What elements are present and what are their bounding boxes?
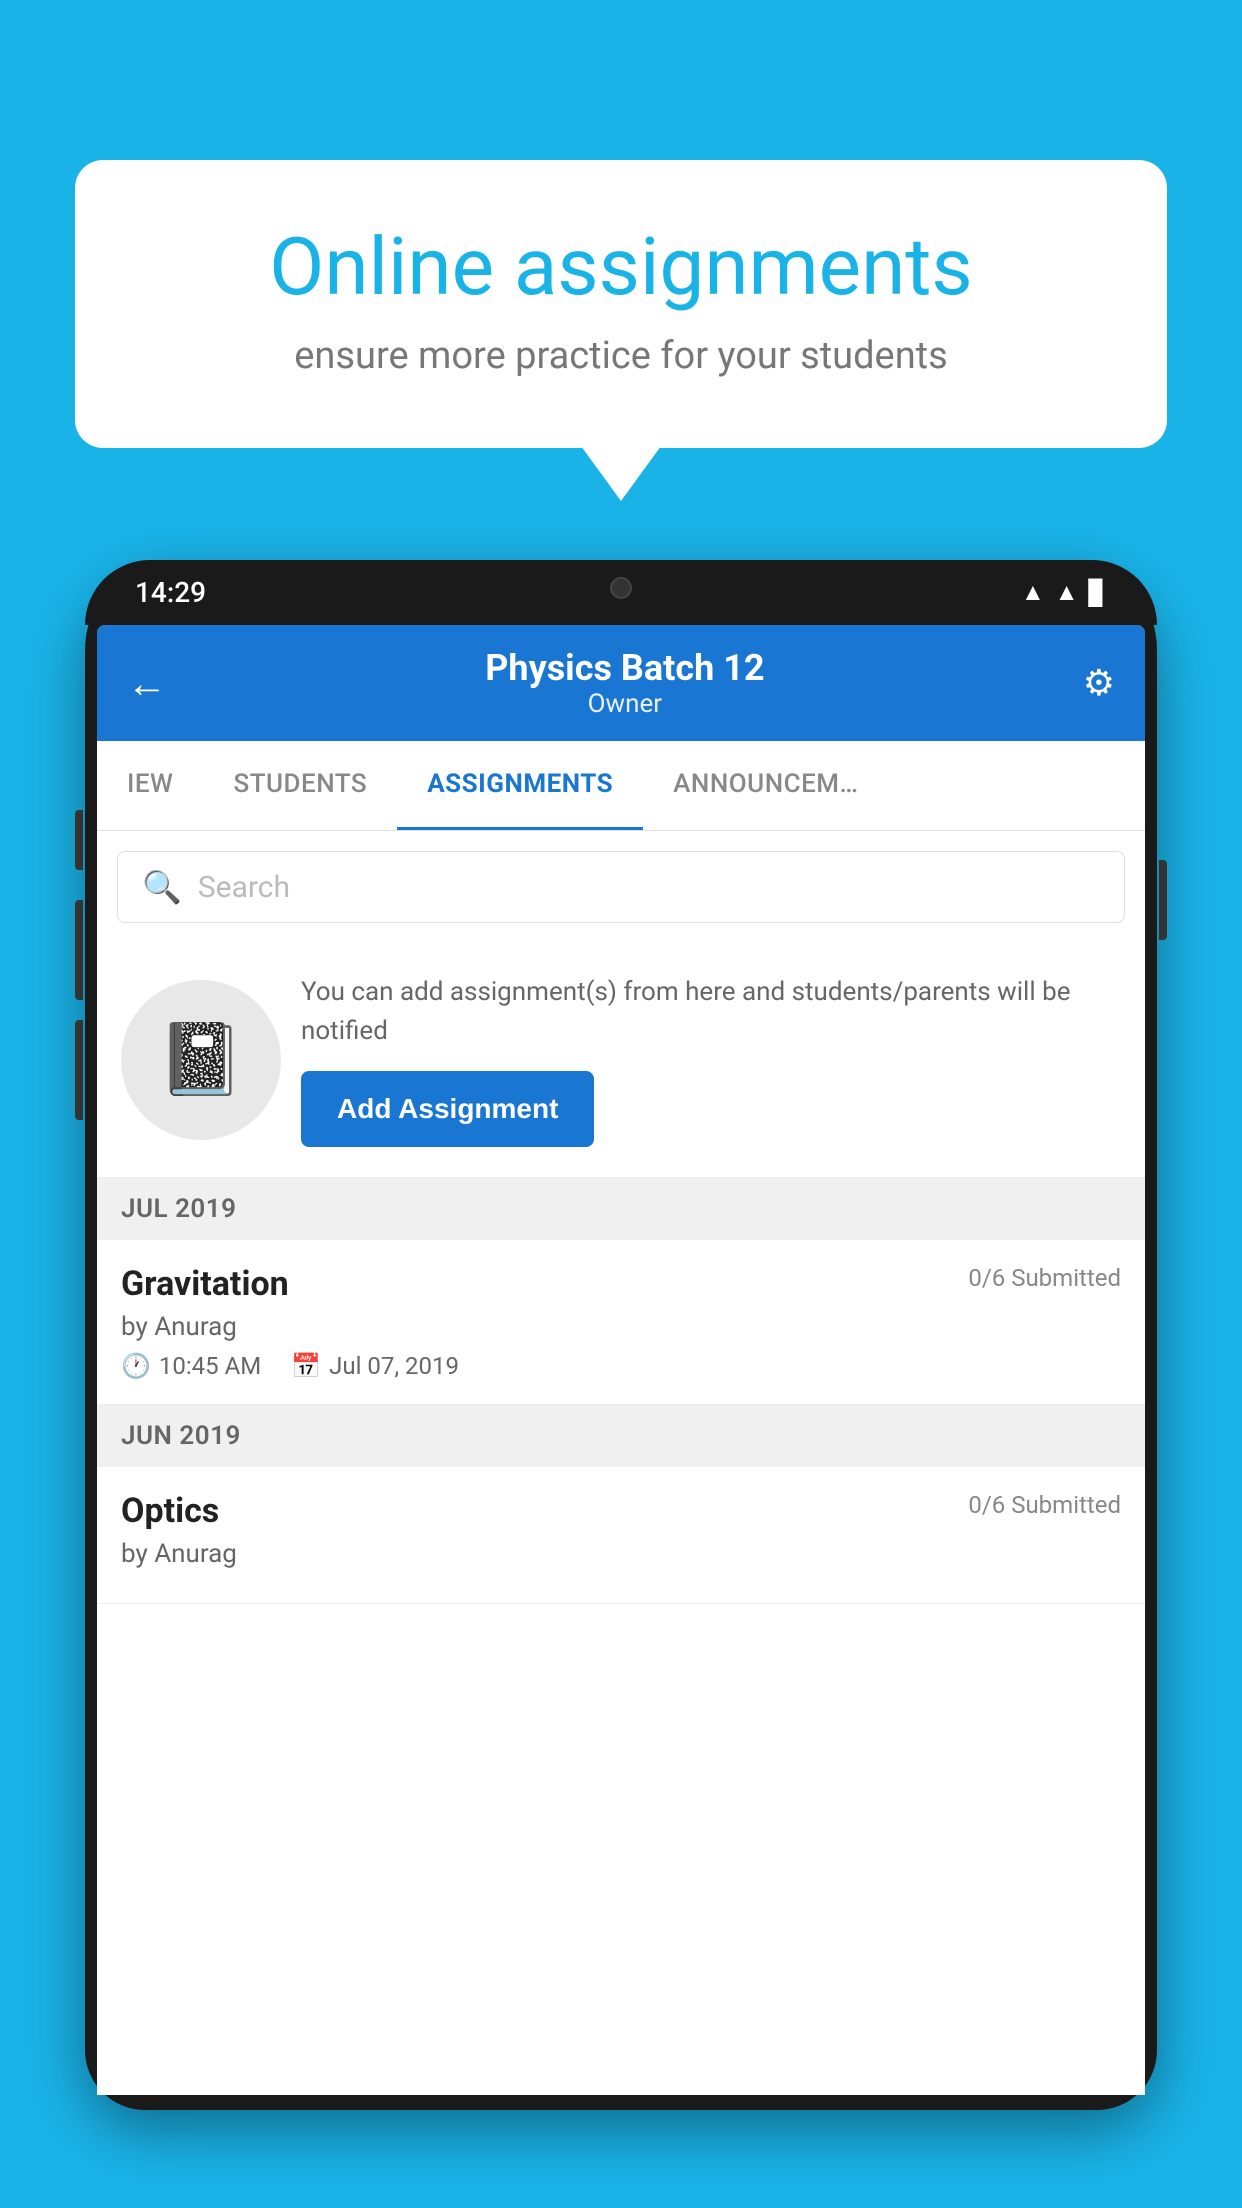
assignment-title-gravitation: Gravitation <box>121 1264 289 1304</box>
search-input-wrapper[interactable]: 🔍 Search <box>117 851 1125 923</box>
assignment-time-value: 10:45 AM <box>159 1352 261 1380</box>
search-icon: 🔍 <box>142 868 182 906</box>
wifi-icon: ▲ <box>1021 578 1045 607</box>
section-header-jul: JUL 2019 <box>97 1178 1145 1240</box>
assignment-author-gravitation: by Anurag <box>121 1312 1121 1342</box>
tab-announcements[interactable]: ANNOUNCEM… <box>643 741 888 830</box>
speech-bubble-container: Online assignments ensure more practice … <box>75 160 1167 501</box>
tab-iew[interactable]: IEW <box>97 741 203 830</box>
assignment-submitted-gravitation: 0/6 Submitted <box>968 1264 1121 1292</box>
bubble-subtitle: ensure more practice for your students <box>145 334 1097 378</box>
add-assignment-button[interactable]: Add Assignment <box>301 1071 594 1147</box>
status-time: 14:29 <box>135 576 206 609</box>
status-bar: 14:29 ▲ ▲ ▊ <box>85 560 1157 625</box>
assignment-submitted-optics: 0/6 Submitted <box>968 1491 1121 1519</box>
clock-icon: 🕐 <box>121 1352 151 1380</box>
back-button[interactable]: ← <box>127 660 167 707</box>
speech-bubble: Online assignments ensure more practice … <box>75 160 1167 448</box>
assignment-item-gravitation[interactable]: Gravitation 0/6 Submitted by Anurag 🕐 10… <box>97 1240 1145 1405</box>
tab-students[interactable]: STUDENTS <box>203 741 397 830</box>
volume-button-3 <box>75 1020 83 1120</box>
promo-description: You can add assignment(s) from here and … <box>301 973 1121 1051</box>
phone-frame: 14:29 ▲ ▲ ▊ ← Physics Batch 12 Owner ⚙ <box>85 560 1157 2110</box>
assignment-item-optics[interactable]: Optics 0/6 Submitted by Anurag <box>97 1467 1145 1604</box>
phone-container: 14:29 ▲ ▲ ▊ ← Physics Batch 12 Owner ⚙ <box>85 560 1157 2208</box>
calendar-icon: 📅 <box>291 1352 321 1380</box>
assignment-row-top-optics: Optics 0/6 Submitted <box>121 1491 1121 1531</box>
battery-icon: ▊ <box>1089 579 1107 607</box>
section-header-jun: JUN 2019 <box>97 1405 1145 1467</box>
status-icons: ▲ ▲ ▊ <box>1021 578 1107 607</box>
assignment-date-value: Jul 07, 2019 <box>329 1352 459 1380</box>
search-container: 🔍 Search <box>97 831 1145 943</box>
assignment-meta-gravitation: 🕐 10:45 AM 📅 Jul 07, 2019 <box>121 1352 1121 1380</box>
assignment-time: 🕐 10:45 AM <box>121 1352 261 1380</box>
notebook-icon: 📓 <box>157 1019 244 1101</box>
promo-section: 📓 You can add assignment(s) from here an… <box>97 943 1145 1178</box>
promo-icon-circle: 📓 <box>121 980 281 1140</box>
assignment-row-top: Gravitation 0/6 Submitted <box>121 1264 1121 1304</box>
phone-screen: ← Physics Batch 12 Owner ⚙ IEW STUDENTS … <box>97 625 1145 2095</box>
tabs-container: IEW STUDENTS ASSIGNMENTS ANNOUNCEM… <box>97 741 1145 831</box>
phone-camera <box>610 577 632 599</box>
bubble-arrow <box>581 446 661 501</box>
signal-icon: ▲ <box>1055 578 1079 607</box>
assignment-title-optics: Optics <box>121 1491 219 1531</box>
search-placeholder: Search <box>198 870 290 905</box>
power-button <box>1159 860 1167 940</box>
app-header: ← Physics Batch 12 Owner ⚙ <box>97 625 1145 741</box>
bubble-title: Online assignments <box>145 220 1097 314</box>
promo-text-area: You can add assignment(s) from here and … <box>301 973 1121 1147</box>
assignment-author-optics: by Anurag <box>121 1539 1121 1569</box>
header-subtitle: Owner <box>485 689 764 719</box>
header-title: Physics Batch 12 <box>485 647 764 689</box>
volume-button-2 <box>75 900 83 1000</box>
volume-button-1 <box>75 810 83 870</box>
assignment-date: 📅 Jul 07, 2019 <box>291 1352 459 1380</box>
tab-assignments[interactable]: ASSIGNMENTS <box>397 741 643 830</box>
settings-icon[interactable]: ⚙ <box>1083 662 1115 704</box>
header-title-group: Physics Batch 12 Owner <box>485 647 764 719</box>
phone-notch <box>531 560 711 615</box>
